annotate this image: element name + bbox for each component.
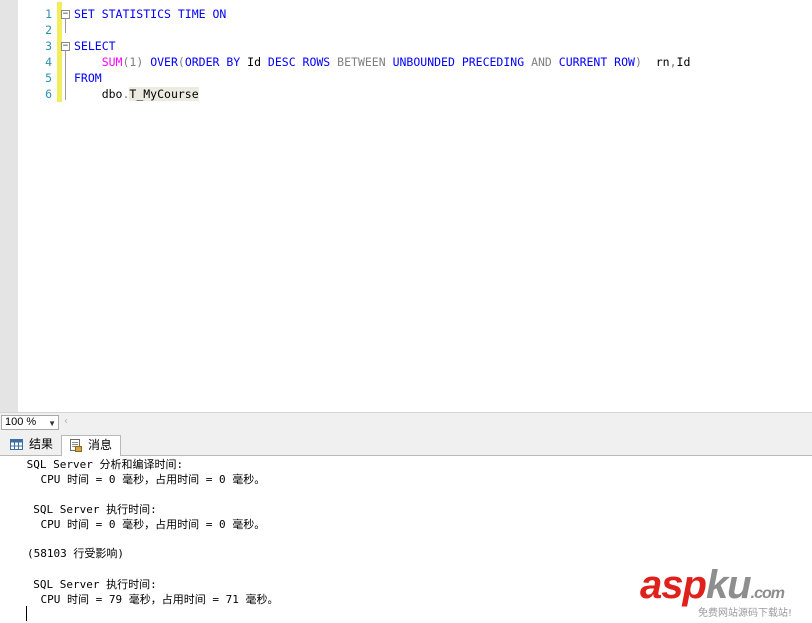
code-token: dbo bbox=[74, 87, 123, 101]
code-token: ORDER BY bbox=[184, 55, 241, 69]
line-number: 6 bbox=[45, 87, 52, 101]
watermark-subtitle: 免费网站源码下载站! bbox=[698, 608, 793, 619]
tab-label: 结果 bbox=[29, 437, 54, 451]
code-line[interactable]: SET STATISTICS TIME ON bbox=[74, 6, 226, 22]
code-token: OVER bbox=[150, 55, 178, 69]
code-token: DESC ROWS bbox=[267, 55, 331, 69]
code-token: Id bbox=[676, 55, 691, 69]
code-token: , bbox=[669, 55, 677, 69]
collapse-region-icon[interactable]: − bbox=[61, 10, 70, 19]
code-token: rn bbox=[641, 55, 670, 69]
outline-line bbox=[65, 51, 66, 100]
message-line: SQL Server 分析和编译时间: bbox=[20, 458, 184, 471]
code-token: Id bbox=[240, 55, 268, 69]
messages-document-icon bbox=[70, 439, 82, 452]
code-token: (1) bbox=[122, 55, 151, 69]
code-token: ( bbox=[177, 55, 185, 69]
zoom-value: 100 % bbox=[5, 416, 37, 428]
code-line[interactable]: SUM(1) OVER(ORDER BY Id DESC ROWS BETWEE… bbox=[74, 54, 691, 70]
grid-icon bbox=[10, 439, 23, 450]
chevron-down-icon: ▼ bbox=[48, 419, 56, 428]
code-token: SET STATISTICS TIME ON bbox=[74, 7, 227, 21]
code-token: CURRENT ROW bbox=[558, 55, 635, 69]
line-number: 1 bbox=[45, 7, 52, 21]
zoom-dropdown[interactable]: 100 % ▼ bbox=[1, 415, 59, 430]
code-line[interactable]: FROM bbox=[74, 70, 102, 86]
editor-left-margin bbox=[0, 0, 18, 412]
message-line: CPU 时间 = 0 毫秒，占用时间 = 0 毫秒。 bbox=[14, 518, 266, 531]
code-token: BETWEEN bbox=[337, 55, 386, 69]
message-line: SQL Server 执行时间: bbox=[20, 503, 157, 516]
tab-messages[interactable]: 消息 bbox=[61, 435, 121, 457]
code-token: FROM bbox=[74, 71, 102, 85]
text-cursor bbox=[26, 606, 27, 621]
outline-line bbox=[65, 19, 66, 33]
editor-status-bar: 100 % ▼ ‹ bbox=[0, 412, 812, 432]
message-line: SQL Server 执行时间: bbox=[20, 578, 157, 591]
collapse-region-icon[interactable]: − bbox=[61, 42, 70, 51]
message-line: (58103 行受影响) bbox=[27, 547, 124, 560]
code-token: SUM bbox=[101, 55, 123, 69]
code-token: T_MyCourse bbox=[129, 87, 199, 101]
line-number: 3 bbox=[45, 39, 52, 53]
code-token: SELECT bbox=[74, 39, 116, 53]
code-line[interactable]: dbo.T_MyCourse bbox=[74, 86, 199, 102]
code-line[interactable]: SELECT bbox=[74, 38, 116, 54]
tab-label: 消息 bbox=[88, 438, 113, 452]
watermark-logo: aspku.com 免费网站源码下载站! bbox=[640, 563, 812, 623]
scroll-left-arrow-icon[interactable]: ‹ bbox=[64, 416, 68, 427]
line-number: 5 bbox=[45, 71, 52, 85]
code-token: ) bbox=[634, 55, 642, 69]
code-token: AND bbox=[531, 55, 552, 69]
message-line: CPU 时间 = 79 毫秒，占用时间 = 71 毫秒。 bbox=[14, 593, 279, 606]
query-editor[interactable]: 1 2 3 4 5 6 − − SET STATISTICS TIME ON S… bbox=[0, 0, 812, 412]
tab-results[interactable]: 结果 bbox=[3, 435, 59, 456]
line-number: 2 bbox=[45, 23, 52, 37]
line-number-gutter: 1 2 3 4 5 6 bbox=[18, 0, 58, 412]
line-number: 4 bbox=[45, 55, 52, 69]
message-line: CPU 时间 = 0 毫秒，占用时间 = 0 毫秒。 bbox=[14, 473, 266, 486]
code-token: UNBOUNDED PRECEDING bbox=[392, 55, 525, 69]
results-tab-bar: 结果 消息 bbox=[0, 432, 812, 457]
